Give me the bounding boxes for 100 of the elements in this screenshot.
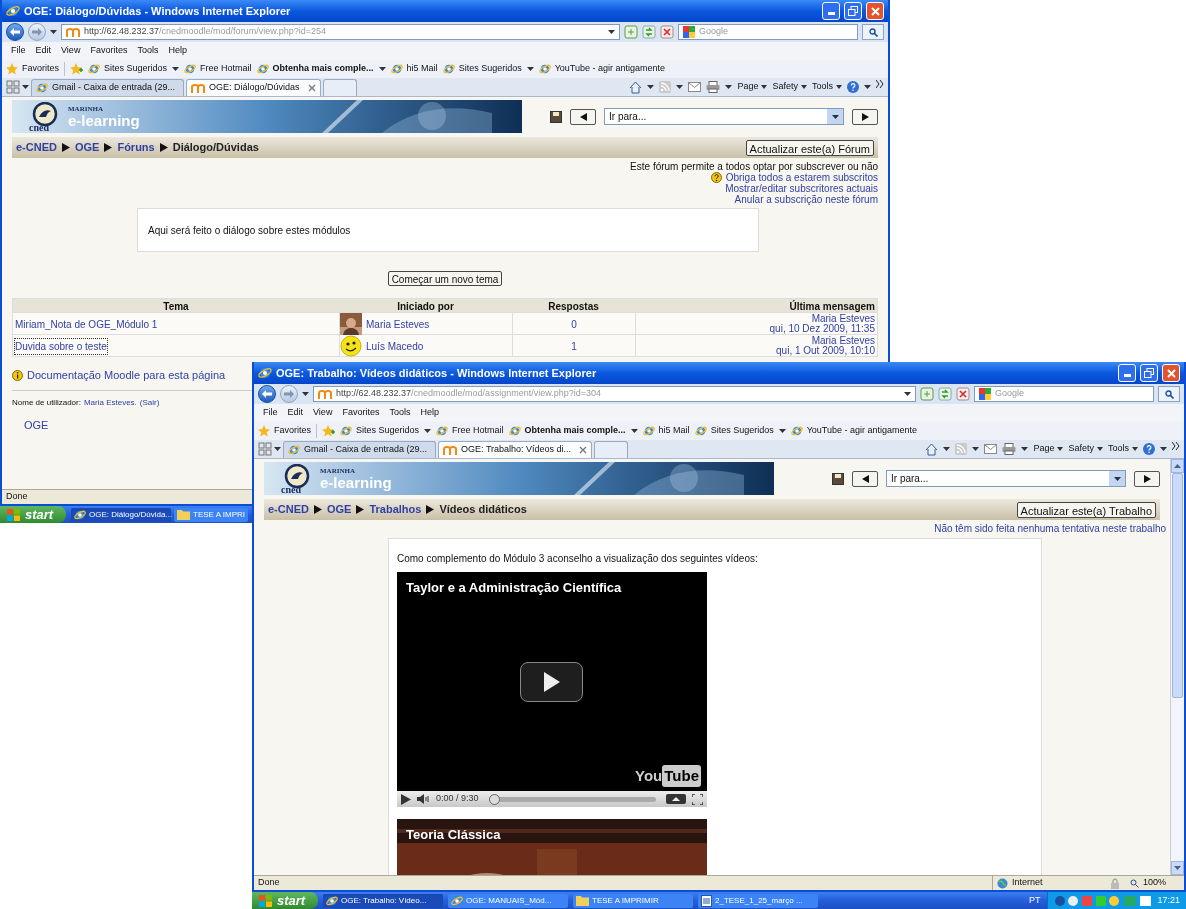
favorites-button[interactable]: Favorites — [258, 424, 311, 438]
docs-link[interactable]: Documentação Moodle para esta página — [27, 367, 226, 384]
favorite-link[interactable]: Obtenha mais comple... — [524, 424, 638, 438]
save-icon[interactable] — [550, 110, 562, 123]
browser-tab[interactable]: Gmail - Caixa de entrada (29... — [31, 79, 185, 96]
taskbar-item[interactable]: TESE A IMPRIMIR — [573, 893, 693, 908]
author-link[interactable]: Luís Macedo — [366, 338, 424, 354]
menu-item[interactable]: Help — [163, 44, 192, 58]
volume-icon[interactable] — [417, 794, 430, 804]
favorite-link[interactable]: Sites Sugeridos — [458, 62, 534, 76]
menu-item[interactable]: Edit — [282, 406, 309, 420]
caret-icon[interactable] — [274, 447, 281, 451]
browser-tab[interactable]: OGE: Trabalho: Vídeos di... — [438, 441, 593, 458]
search-button[interactable] — [1158, 386, 1180, 402]
favorite-link[interactable]: YouTube - agir antigamente — [806, 424, 918, 438]
breadcrumb-link[interactable]: Fóruns — [117, 139, 155, 156]
subscription-link[interactable]: Mostrar/editar subscritores actuais — [725, 183, 878, 194]
chevron-icon[interactable] — [1172, 442, 1180, 450]
favorite-link[interactable]: hi5 Mail — [406, 62, 438, 76]
breadcrumb-link[interactable]: OGE — [74, 139, 100, 156]
close-tab-icon[interactable] — [579, 446, 588, 454]
menu-item[interactable]: View — [56, 44, 86, 58]
menu-item[interactable]: Favorites — [337, 406, 385, 420]
minimize-button[interactable] — [822, 2, 840, 20]
next-button[interactable] — [852, 108, 878, 125]
menu-item[interactable]: Tools — [384, 406, 416, 420]
restore-button[interactable] — [1140, 364, 1158, 382]
caret-icon[interactable] — [647, 85, 655, 89]
menu-item[interactable]: View — [308, 406, 338, 420]
caret-icon[interactable] — [972, 447, 980, 451]
last-post-date[interactable]: qui, 1 Out 2009, 10:10 — [776, 346, 875, 356]
refresh-icon[interactable] — [642, 25, 656, 39]
menu-item[interactable]: Tools — [132, 44, 164, 58]
zoom-button[interactable]: 100% — [1129, 876, 1180, 890]
caret-icon[interactable] — [1160, 447, 1167, 451]
fullscreen-icon[interactable] — [692, 793, 703, 805]
topic-link[interactable]: Duvida sobre o teste — [15, 338, 107, 354]
command-menu[interactable]: Tools — [812, 80, 842, 94]
next-button[interactable] — [1134, 470, 1160, 487]
browser-tab[interactable]: Gmail - Caixa de entrada (29... — [283, 441, 437, 458]
update-button[interactable]: Actualizar este(a) Trabalho — [1016, 501, 1156, 518]
command-menu[interactable]: Safety — [1068, 442, 1103, 456]
jump-select[interactable]: Ir para... — [886, 470, 1126, 487]
breadcrumb-link[interactable]: e-CNED — [16, 139, 57, 156]
favorite-link[interactable]: Sites Sugeridos — [356, 424, 432, 438]
command-menu[interactable]: Page — [1033, 442, 1064, 456]
close-button[interactable] — [866, 2, 884, 20]
back-button[interactable] — [6, 23, 24, 41]
play-button[interactable] — [520, 662, 583, 702]
caret-icon[interactable] — [608, 30, 615, 34]
replies-link[interactable]: 0 — [571, 316, 577, 332]
add-favorite-icon[interactable] — [322, 425, 335, 437]
course-link[interactable]: OGE — [24, 416, 49, 433]
subscription-link[interactable]: Anular a subscrição neste fórum — [734, 194, 878, 205]
author-link[interactable]: Maria Esteves — [366, 316, 430, 332]
seek-thumb[interactable] — [488, 793, 500, 805]
caret-icon[interactable] — [725, 85, 733, 89]
stop-icon[interactable] — [660, 25, 674, 39]
topic-link[interactable]: Miriam_Nota de OGE_Módulo 1 — [15, 316, 158, 332]
favorite-link[interactable]: Obtenha mais comple... — [272, 62, 386, 76]
minimize-button[interactable] — [1118, 364, 1136, 382]
last-post-author[interactable]: Maria Esteves — [811, 336, 875, 346]
help-icon[interactable] — [1143, 443, 1155, 455]
taskbar-item[interactable]: OGE: Trabalho: Vídeo... — [323, 893, 443, 908]
caret-icon[interactable] — [22, 85, 29, 89]
chevron-icon[interactable] — [876, 80, 884, 88]
last-post-date[interactable]: qui, 10 Dez 2009, 11:35 — [769, 324, 875, 334]
language-indicator[interactable]: PT — [1024, 893, 1045, 908]
back-button[interactable] — [258, 385, 276, 403]
address-field[interactable]: http://62.48.232.37/cnedmoodle/mod/assignment/view.php?id=304 — [313, 386, 916, 402]
favorite-link[interactable]: Free Hotmail — [452, 424, 504, 438]
taskbar-item[interactable]: 2_TESE_1_25_março ... — [698, 893, 818, 908]
menu-item[interactable]: Edit — [30, 44, 57, 58]
video-player[interactable]: Taylor e a Administração Científica YouTube 0:00 / 9:30 — [397, 572, 707, 807]
logout-link[interactable]: (Sair) — [139, 396, 160, 409]
favorite-link[interactable]: Sites Sugeridos — [104, 62, 180, 76]
user-link[interactable]: Maria Esteves. — [83, 396, 137, 409]
browser-tab[interactable]: OGE: Diálogo/Dúvidas — [186, 79, 321, 96]
last-post-author[interactable]: Maria Esteves — [811, 314, 875, 324]
menu-item[interactable]: File — [258, 406, 283, 420]
caret-icon[interactable] — [864, 85, 871, 89]
add-favorite-icon[interactable] — [70, 63, 83, 75]
search-button[interactable] — [862, 24, 884, 40]
close-button[interactable] — [1162, 364, 1180, 382]
favorite-link[interactable]: YouTube - agir antigamente — [554, 62, 666, 76]
favorites-button[interactable]: Favorites — [6, 62, 59, 76]
command-menu[interactable]: Safety — [772, 80, 807, 94]
home-icon[interactable] — [925, 442, 939, 456]
scrollbar[interactable] — [1170, 459, 1184, 875]
save-icon[interactable] — [832, 472, 844, 485]
print-icon[interactable] — [706, 81, 721, 93]
subscription-link[interactable]: Obriga todos a estarem subscritos — [725, 172, 878, 183]
taskbar-item[interactable]: OGE: MANUAIS_Mód... — [448, 893, 568, 908]
caret-icon[interactable] — [943, 447, 951, 451]
caret-icon[interactable] — [1021, 447, 1029, 451]
breadcrumb-link[interactable]: Trabalhos — [369, 501, 422, 518]
caret-icon[interactable] — [676, 85, 684, 89]
favorite-link[interactable]: Free Hotmail — [200, 62, 252, 76]
caret-icon[interactable] — [904, 392, 911, 396]
caret-icon[interactable] — [302, 392, 309, 396]
